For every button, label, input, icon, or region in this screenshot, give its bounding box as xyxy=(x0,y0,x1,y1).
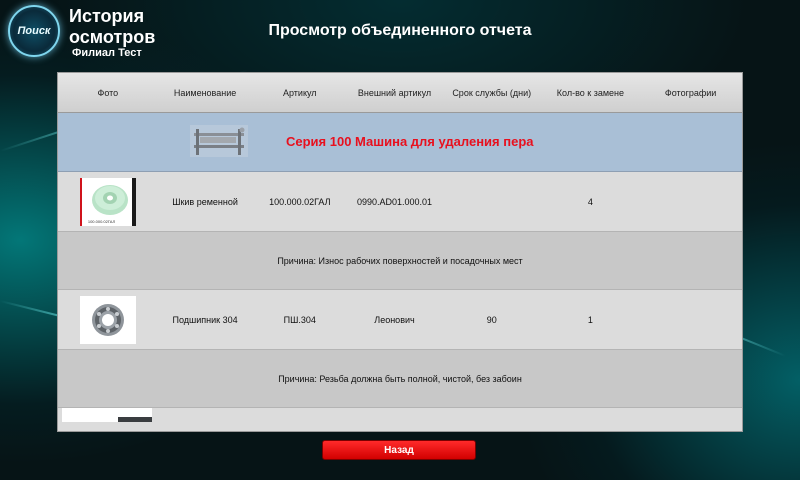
logo-text: Поиск xyxy=(17,25,51,37)
row-replace-qty: 4 xyxy=(587,196,593,207)
report-table[interactable]: Фото Наименование Артикул Внешний артику… xyxy=(57,72,743,432)
row-name: Подшипник 304 xyxy=(172,314,238,325)
back-button[interactable]: Назад xyxy=(322,440,476,460)
app-logo: Поиск xyxy=(8,5,60,57)
column-header-photos: Фотографии xyxy=(664,87,717,98)
app-title: История осмотров xyxy=(69,6,156,47)
bearing-photo[interactable] xyxy=(79,295,136,344)
row-external-article: 0990.AD01.000.01 xyxy=(356,196,433,207)
row-article: 100.000.02ГАЛ xyxy=(269,196,331,207)
column-header-replace-qty: Кол-во к замене xyxy=(556,87,625,98)
row-external-article: Леонович xyxy=(374,314,415,325)
row-photo-cell: 100.000.02ГАЛ xyxy=(58,177,158,226)
row-name: Шкив ременной xyxy=(172,196,238,207)
branch-name: Филиал Тест xyxy=(72,47,142,59)
table-row[interactable] xyxy=(58,408,742,431)
row-replace-qty: 1 xyxy=(587,314,593,325)
pulley-photo-caption: 100.000.02ГАЛ xyxy=(87,218,116,224)
machine-photo-icon xyxy=(190,125,248,157)
column-header-article: Артикул xyxy=(283,87,317,98)
row-reason: Причина: Износ рабочих поверхностей и по… xyxy=(58,232,742,290)
table-row[interactable]: Подшипник 304 ПШ.304 Леонович 90 1 xyxy=(58,290,742,350)
column-header-name: Наименование xyxy=(173,87,237,98)
row-photo-cell xyxy=(58,295,158,344)
bearing-photo-icon xyxy=(79,295,136,344)
row-reason: Причина: Резьба должна быть полной, чист… xyxy=(58,350,742,408)
column-header-photo: Фото xyxy=(97,87,119,98)
part-photo-icon xyxy=(62,408,152,422)
row-service-life: 90 xyxy=(486,314,497,325)
series-title: Серия 100 Машина для удаления пера xyxy=(286,134,534,149)
table-header: Фото Наименование Артикул Внешний артику… xyxy=(58,73,742,113)
table-row[interactable]: 100.000.02ГАЛ Шкив ременной 100.000.02ГА… xyxy=(58,172,742,232)
column-header-service-life: Срок службы (дни) xyxy=(452,87,532,98)
series-group-row[interactable]: Серия 100 Машина для удаления пера xyxy=(58,113,742,172)
page-title: Просмотр объединенного отчета xyxy=(268,22,532,39)
row-article: ПШ.304 xyxy=(283,314,316,325)
pulley-photo[interactable]: 100.000.02ГАЛ xyxy=(79,177,136,226)
row-photo[interactable] xyxy=(62,408,152,422)
column-header-external-article: Внешний артикул xyxy=(357,87,432,98)
